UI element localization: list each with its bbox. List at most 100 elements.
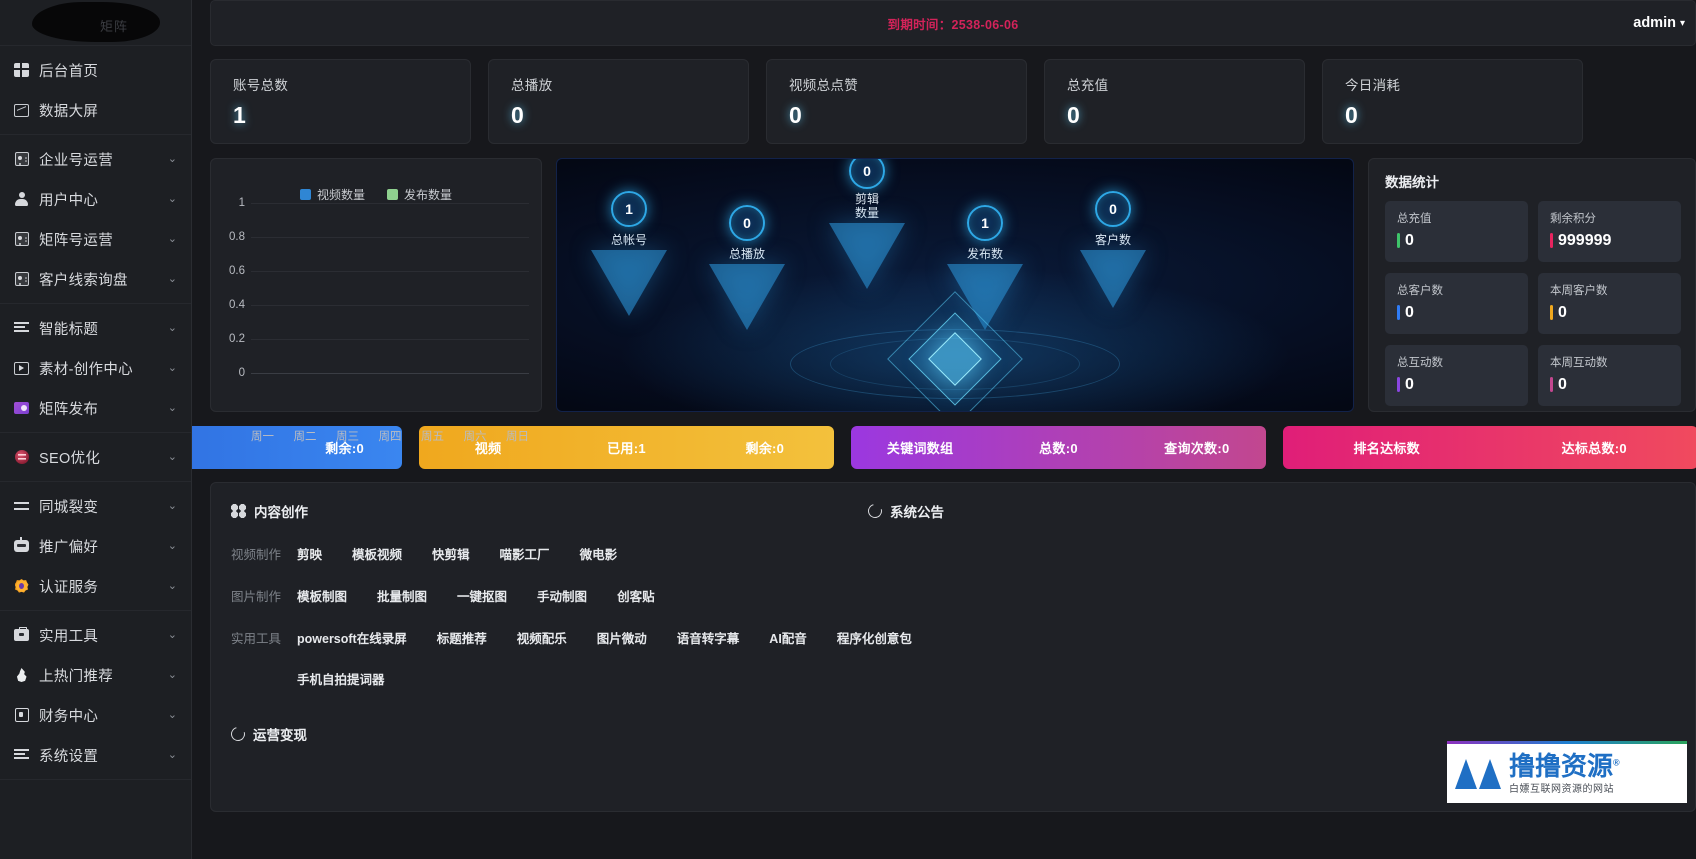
- viz-node-customers[interactable]: 0 客户数: [1080, 191, 1146, 308]
- sidebar-item-dashboard-home[interactable]: 后台首页: [0, 50, 191, 90]
- sidebar-item-label: 财务中心: [39, 708, 99, 725]
- sidebar-item-enterprise-ops[interactable]: 企业号运营 ⌄: [0, 139, 191, 179]
- verified-badge-icon: [13, 578, 30, 595]
- chevron-down-icon[interactable]: ⌄: [168, 708, 177, 721]
- chevron-down-icon[interactable]: ⌄: [168, 748, 177, 761]
- pyramid-shape: [1080, 250, 1146, 308]
- chevron-down-icon[interactable]: ⌄: [168, 321, 177, 334]
- tool-link[interactable]: 剪映: [297, 544, 322, 563]
- chevron-down-icon[interactable]: ⌄: [168, 361, 177, 374]
- sidebar-item-system-settings[interactable]: 系统设置 ⌄: [0, 735, 191, 775]
- tool-link[interactable]: 微电影: [580, 544, 618, 563]
- sidebar-item-material-creation[interactable]: 素材-创作中心 ⌄: [0, 348, 191, 388]
- chevron-down-icon[interactable]: ⌄: [168, 579, 177, 592]
- tool-link[interactable]: 快剪辑: [432, 544, 470, 563]
- y-tick: 0.8: [229, 231, 245, 243]
- sidebar-item-trending[interactable]: 上热门推荐 ⌄: [0, 655, 191, 695]
- sidebar-item-utilities[interactable]: 实用工具 ⌄: [0, 615, 191, 655]
- tool-link[interactable]: powersoft在线录屏: [297, 628, 407, 647]
- sidebar-item-matrix-publish[interactable]: 矩阵发布 ⌄: [0, 388, 191, 428]
- tool-link[interactable]: 语音转字幕: [677, 628, 740, 647]
- seo-icon: [13, 449, 30, 466]
- tool-link[interactable]: 创客贴: [617, 586, 655, 605]
- logo-text: 矩阵: [100, 19, 129, 34]
- stat-label: 总充值: [1397, 213, 1432, 225]
- viz-node-accounts[interactable]: 1 总帐号: [591, 191, 667, 316]
- sidebar-item-customer-leads[interactable]: 客户线索询盘 ⌄: [0, 259, 191, 299]
- tool-link[interactable]: 图片微动: [597, 628, 647, 647]
- tool-row-utilities: 实用工具 powersoft在线录屏 标题推荐 视频配乐 图片微动 语音转字幕 …: [231, 628, 1695, 647]
- stat-label: 本周互动数: [1550, 357, 1608, 369]
- stat-card-value: 0: [789, 102, 802, 128]
- tool-link[interactable]: 批量制图: [377, 586, 427, 605]
- chevron-down-icon[interactable]: ⌄: [168, 628, 177, 641]
- briefcase-icon: [13, 626, 30, 644]
- sidebar-item-finance[interactable]: 财务中心 ⌄: [0, 695, 191, 735]
- tool-link[interactable]: 模板制图: [297, 586, 347, 605]
- tool-link[interactable]: 手动制图: [537, 586, 587, 605]
- sidebar-item-smart-title[interactable]: 智能标题 ⌄: [0, 308, 191, 348]
- quota-bar-ranking[interactable]: 排名达标数 达标总数:0: [1283, 426, 1696, 469]
- stat-card-title: 视频总点赞: [789, 78, 858, 93]
- admin-menu[interactable]: admin ▾: [1633, 15, 1685, 31]
- stat-value: 0: [1397, 376, 1528, 394]
- stat-label: 剩余积分: [1550, 213, 1596, 225]
- viz-node-value: 1: [611, 191, 647, 227]
- sidebar-item-data-screen[interactable]: 数据大屏: [0, 90, 191, 130]
- tool-link[interactable]: 手机自拍提词器: [297, 669, 385, 688]
- topbar: 到期时间：2538-06-06 admin ▾: [210, 0, 1696, 46]
- watermark-mark-icon: [1455, 758, 1501, 789]
- sidebar-item-label: 素材-创作中心: [39, 361, 133, 378]
- sidebar: 矩阵 后台首页 数据大屏 企业号运营 ⌄ 用户中心 ⌄ 矩阵号运营 ⌄ 客户线索…: [0, 0, 192, 859]
- tool-link[interactable]: 喵影工厂: [500, 544, 550, 563]
- legend-item-video-count[interactable]: 视频数量: [299, 186, 365, 203]
- chevron-down-icon[interactable]: ⌄: [168, 192, 177, 205]
- legend-item-publish-count[interactable]: 发布数量: [387, 186, 452, 203]
- x-tick: 周二: [293, 431, 317, 443]
- tool-link[interactable]: 模板视频: [352, 544, 402, 563]
- sidebar-item-local-fission[interactable]: 同城裂变 ⌄: [0, 486, 191, 526]
- chevron-down-icon[interactable]: ⌄: [168, 401, 177, 414]
- viz-node-edits[interactable]: 0 剪辑数量: [829, 159, 905, 289]
- tool-link[interactable]: AI配音: [769, 628, 807, 647]
- chevron-down-icon[interactable]: ⌄: [168, 539, 177, 552]
- quota-bar-keywords[interactable]: 关键词数组 总数:0 查询次数:0: [851, 426, 1266, 469]
- chevron-down-icon[interactable]: ⌄: [168, 272, 177, 285]
- nav-group-5: 同城裂变 ⌄ 推广偏好 ⌄ 认证服务 ⌄: [0, 482, 191, 611]
- chevron-down-icon[interactable]: ⌄: [168, 499, 177, 512]
- matrix-visualization: 1 总帐号 0 总播放 0 剪辑数量 1 发布数 0 客户数: [556, 158, 1354, 412]
- stat-total-recharge: 总充值 0: [1385, 201, 1528, 262]
- viz-node-plays[interactable]: 0 总播放: [709, 205, 785, 330]
- tool-link[interactable]: 程序化创意包: [837, 628, 912, 647]
- chevron-down-icon[interactable]: ⌄: [168, 232, 177, 245]
- sidebar-item-matrix-ops[interactable]: 矩阵号运营 ⌄: [0, 219, 191, 259]
- sidebar-item-promotion-pref[interactable]: 推广偏好 ⌄: [0, 526, 191, 566]
- swap-icon: [13, 498, 30, 515]
- play-frame-icon: [13, 360, 30, 377]
- tool-link[interactable]: 标题推荐: [437, 628, 487, 647]
- x-tick: 周日: [506, 431, 529, 443]
- chevron-down-icon[interactable]: ⌄: [168, 152, 177, 165]
- robot-icon: [13, 537, 30, 555]
- stat-total-customers: 总客户数 0: [1385, 273, 1528, 334]
- sidebar-item-label: 数据大屏: [39, 103, 99, 120]
- stat-card-title: 总充值: [1067, 78, 1109, 93]
- stat-card-total-plays: 总播放 0: [488, 59, 749, 144]
- tool-link-list: 剪映 模板视频 快剪辑 喵影工厂 微电影: [297, 544, 647, 563]
- chevron-down-icon[interactable]: ⌄: [168, 450, 177, 463]
- chevron-down-icon[interactable]: ⌄: [168, 668, 177, 681]
- data-statistics-panel: 数据统计 总充值 0 剩余积分 999999 总客户数 0 本周客户数 0 总互…: [1368, 158, 1696, 412]
- sidebar-item-certification[interactable]: 认证服务 ⌄: [0, 566, 191, 606]
- content-creation-panel: 内容创作 系统公告 视频制作 剪映 模板视频 快剪辑 喵影工厂 微电影 图片制作…: [210, 482, 1696, 812]
- sidebar-item-seo[interactable]: SEO优化 ⌄: [0, 437, 191, 477]
- fire-icon: [13, 667, 30, 684]
- stat-card-total-likes: 视频总点赞 0: [766, 59, 1027, 144]
- middle-row: 视频数量 发布数量 1 0.8 0.6 0.4 0.2 0 周一 周二 周三 周…: [192, 144, 1696, 443]
- sidebar-item-user-center[interactable]: 用户中心 ⌄: [0, 179, 191, 219]
- id-card-icon: [13, 151, 30, 168]
- pyramid-shape: [709, 264, 785, 330]
- tool-link[interactable]: 一键抠图: [457, 586, 507, 605]
- viz-node-label: 总帐号: [610, 233, 647, 247]
- refresh-icon: [228, 724, 248, 744]
- tool-link[interactable]: 视频配乐: [517, 628, 567, 647]
